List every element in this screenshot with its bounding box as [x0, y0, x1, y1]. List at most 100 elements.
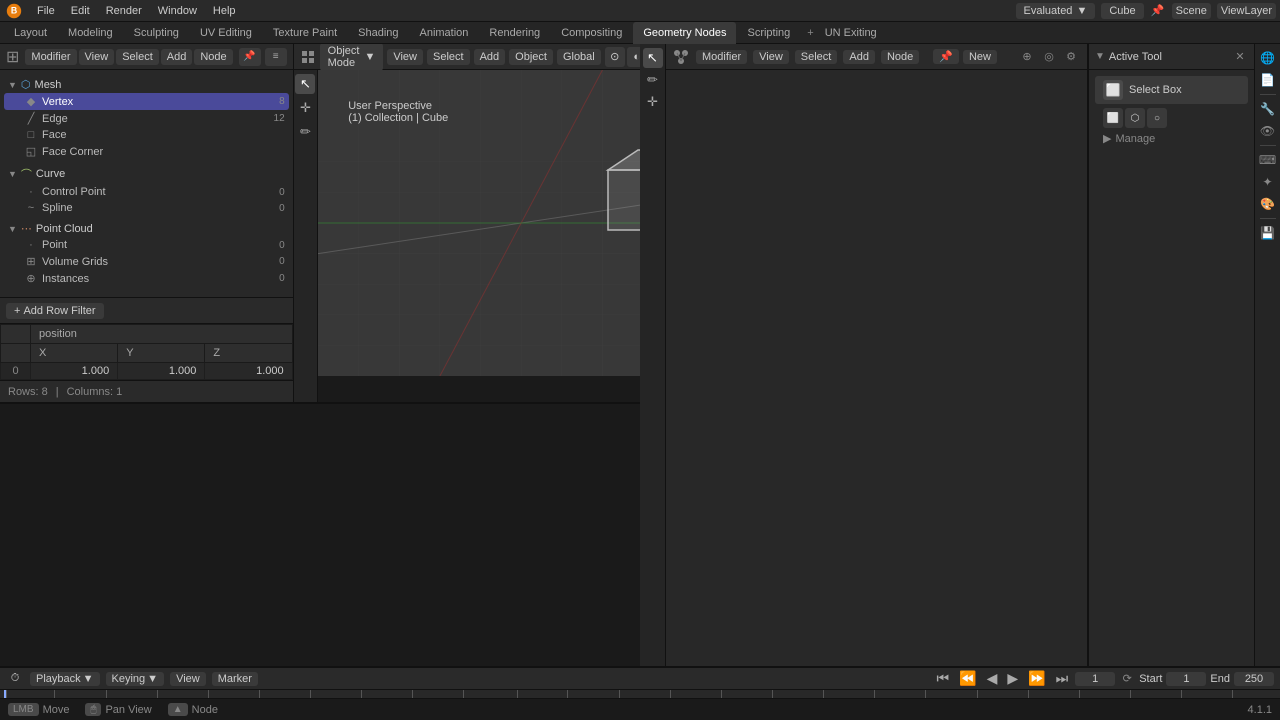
- far-icon-render[interactable]: 🌐: [1258, 48, 1278, 68]
- vertex-item[interactable]: ◆ Vertex 8: [4, 93, 289, 110]
- node-proportional-icon[interactable]: ◎: [1039, 47, 1059, 67]
- node-annotate-tool[interactable]: ✏: [643, 70, 663, 90]
- tab-compositing[interactable]: Compositing: [551, 22, 632, 44]
- add-workspace-tab[interactable]: +: [801, 25, 819, 41]
- far-icon-input[interactable]: ⌨: [1258, 150, 1278, 170]
- far-icon-addons[interactable]: ✦: [1258, 172, 1278, 192]
- menu-window[interactable]: Window: [151, 3, 204, 19]
- start-frame-input[interactable]: 1: [1166, 672, 1206, 686]
- tab-layout[interactable]: Layout: [4, 22, 57, 44]
- pin-icon[interactable]: 📌: [1150, 3, 1166, 19]
- menu-help[interactable]: Help: [206, 3, 243, 19]
- annotate-tool[interactable]: ✏: [295, 122, 315, 142]
- far-icon-save-preferences[interactable]: 💾: [1258, 223, 1278, 243]
- viewport-canvas[interactable]: User Perspective (1) Collection | Cube X: [318, 70, 640, 376]
- node-ed-select-btn[interactable]: Select: [795, 50, 838, 64]
- viewport-type-icon[interactable]: [300, 48, 316, 66]
- spline-item[interactable]: ~ Spline 0: [4, 200, 289, 216]
- vp-select-btn[interactable]: Select: [427, 49, 470, 65]
- far-icon-output[interactable]: 📄: [1258, 70, 1278, 90]
- tab-rendering[interactable]: Rendering: [479, 22, 550, 44]
- engine-selector[interactable]: Evaluated ▼: [1016, 3, 1096, 19]
- node-select-tool[interactable]: ↖: [643, 48, 663, 68]
- object-selector[interactable]: Cube: [1101, 3, 1143, 19]
- curve-header[interactable]: ▼ ⌒ Curve: [4, 164, 289, 184]
- playback-btn[interactable]: Playback▼: [30, 672, 100, 686]
- spreadsheet-view-btn[interactable]: View: [79, 49, 115, 65]
- node-extra-tool[interactable]: ✛: [643, 92, 663, 112]
- shading-global-btn[interactable]: Global: [557, 49, 601, 65]
- menu-edit[interactable]: Edit: [64, 3, 97, 19]
- spreadsheet-node-btn[interactable]: Node: [194, 49, 232, 65]
- control-point-item[interactable]: · Control Point 0: [4, 184, 289, 200]
- node-ed-add-btn[interactable]: Add: [843, 50, 875, 64]
- spreadsheet-table[interactable]: position X Y Z 01.0001.0001.00011.000-1.…: [0, 324, 293, 380]
- transform-tool[interactable]: ✛: [295, 98, 315, 118]
- tab-scripting[interactable]: Scripting: [737, 22, 800, 44]
- tab-animation[interactable]: Animation: [410, 22, 479, 44]
- far-icon-themes[interactable]: 🎨: [1258, 194, 1278, 214]
- overlay-icon[interactable]: ⊙: [605, 47, 625, 67]
- node-ed-view-btn[interactable]: View: [753, 50, 789, 64]
- timeline-view-btn[interactable]: View: [170, 672, 206, 686]
- restore-anim-icon[interactable]: ⟳: [1119, 671, 1135, 687]
- tab-uv-editing[interactable]: UV Editing: [190, 22, 262, 44]
- node-settings-icon[interactable]: ⚙: [1061, 47, 1081, 67]
- tc-next-frame[interactable]: ⏩: [1025, 670, 1048, 687]
- viewlayer-selector[interactable]: ViewLayer: [1217, 3, 1276, 19]
- shading-icon[interactable]: ◐: [627, 47, 640, 67]
- marker-btn[interactable]: Marker: [212, 672, 258, 686]
- node-canvas[interactable]: [666, 70, 1087, 666]
- scene-selector[interactable]: Scene: [1172, 3, 1211, 19]
- point-item[interactable]: · Point 0: [4, 237, 289, 253]
- far-icon-view[interactable]: 👁: [1258, 121, 1278, 141]
- keymap-icon-1[interactable]: ⬜: [1103, 108, 1123, 128]
- vp-add-btn[interactable]: Add: [474, 49, 506, 65]
- vp-view-btn[interactable]: View: [387, 49, 423, 65]
- node-new-btn[interactable]: New: [963, 50, 997, 64]
- spreadsheet-type-icon[interactable]: ⊞: [6, 47, 19, 67]
- point-cloud-header[interactable]: ▼ ⋯ Point Cloud: [4, 220, 289, 237]
- add-row-filter-btn[interactable]: + Add Row Filter: [6, 303, 104, 319]
- object-mode-btn[interactable]: Object Mode ▼: [320, 44, 384, 71]
- spreadsheet-pin-btn[interactable]: 📌: [239, 48, 261, 66]
- spreadsheet-settings-btn[interactable]: ≡: [265, 48, 287, 66]
- instances-item[interactable]: ⊕ Instances 0: [4, 270, 289, 287]
- manage-tool-btn[interactable]: ▶ Manage: [1095, 128, 1248, 149]
- node-ed-modifier-btn[interactable]: Modifier: [696, 50, 747, 64]
- tab-texture-paint[interactable]: Texture Paint: [263, 22, 347, 44]
- tab-sculpting[interactable]: Sculpting: [124, 22, 189, 44]
- tab-modeling[interactable]: Modeling: [58, 22, 123, 44]
- tc-jump-start[interactable]: ⏮: [934, 670, 953, 687]
- keymap-icon-3[interactable]: ○: [1147, 108, 1167, 128]
- tc-prev-frame[interactable]: ⏪: [956, 670, 979, 687]
- node-snap-icon[interactable]: ⊕: [1017, 47, 1037, 67]
- face-item[interactable]: □ Face: [4, 127, 289, 143]
- spreadsheet-select-btn[interactable]: Select: [116, 49, 159, 65]
- tc-play[interactable]: ▶: [1004, 670, 1021, 687]
- table-row[interactable]: 01.0001.0001.000: [1, 363, 293, 380]
- tab-shading[interactable]: Shading: [348, 22, 408, 44]
- tc-rewind[interactable]: ◀: [984, 670, 1001, 687]
- end-frame-input[interactable]: 250: [1234, 672, 1274, 686]
- node-ed-node-btn[interactable]: Node: [881, 50, 919, 64]
- keying-btn[interactable]: Keying▼: [106, 672, 165, 686]
- select-box-tool-item[interactable]: ⬜ Select Box: [1095, 76, 1248, 104]
- active-tool-close-icon[interactable]: ✕: [1232, 49, 1248, 65]
- spreadsheet-add-btn[interactable]: Add: [161, 49, 193, 65]
- node-editor-type-icon[interactable]: [672, 48, 690, 66]
- far-icon-tool[interactable]: 🔧: [1258, 99, 1278, 119]
- menu-file[interactable]: File: [30, 3, 62, 19]
- face-corner-item[interactable]: ◱ Face Corner: [4, 143, 289, 160]
- timeline-type-icon[interactable]: ⏱: [6, 670, 24, 688]
- edge-item[interactable]: ╱ Edge 12: [4, 110, 289, 127]
- keymap-icon-2[interactable]: ⬡: [1125, 108, 1145, 128]
- current-frame-input[interactable]: 1: [1075, 672, 1115, 686]
- tc-jump-end[interactable]: ⏭: [1053, 670, 1072, 687]
- volume-grids-item[interactable]: ⊞ Volume Grids 0: [4, 253, 289, 270]
- blender-logo[interactable]: B: [4, 1, 24, 21]
- node-pin-btn[interactable]: 📌: [933, 49, 959, 64]
- vp-object-btn[interactable]: Object: [509, 49, 553, 65]
- select-tool[interactable]: ↖: [295, 74, 315, 94]
- mesh-header[interactable]: ▼ ⬡ Mesh: [4, 76, 289, 93]
